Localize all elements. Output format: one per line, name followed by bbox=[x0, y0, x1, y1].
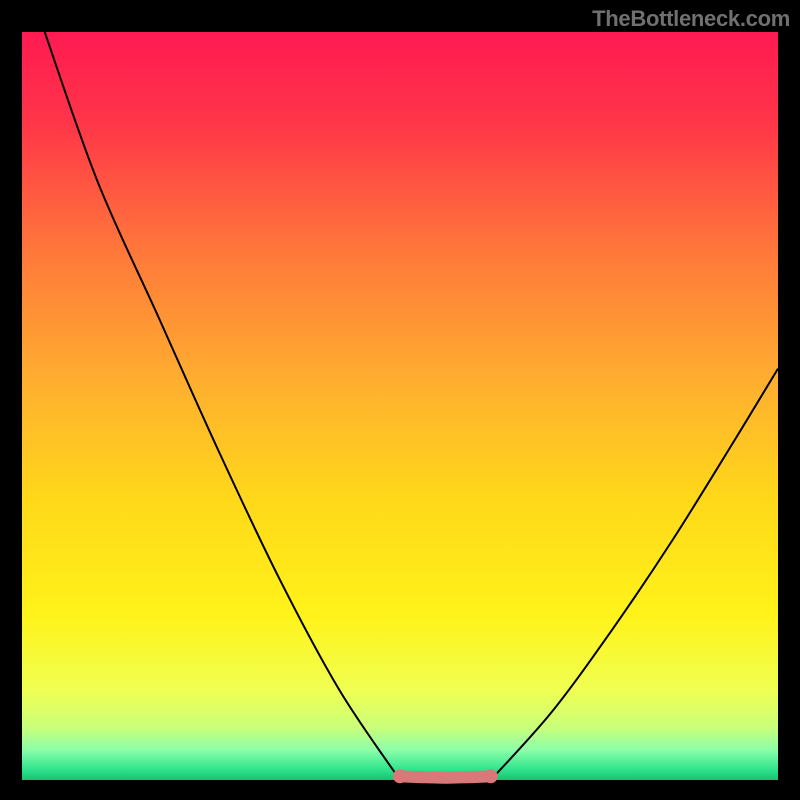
flat-endpoint-dot bbox=[393, 769, 407, 783]
chart-svg bbox=[0, 0, 800, 800]
flat-endpoint-dot bbox=[484, 769, 498, 783]
watermark-text: TheBottleneck.com bbox=[592, 6, 790, 32]
flat-segment-line bbox=[400, 776, 491, 777]
plot-area bbox=[22, 32, 778, 780]
chart-frame: TheBottleneck.com bbox=[0, 0, 800, 800]
